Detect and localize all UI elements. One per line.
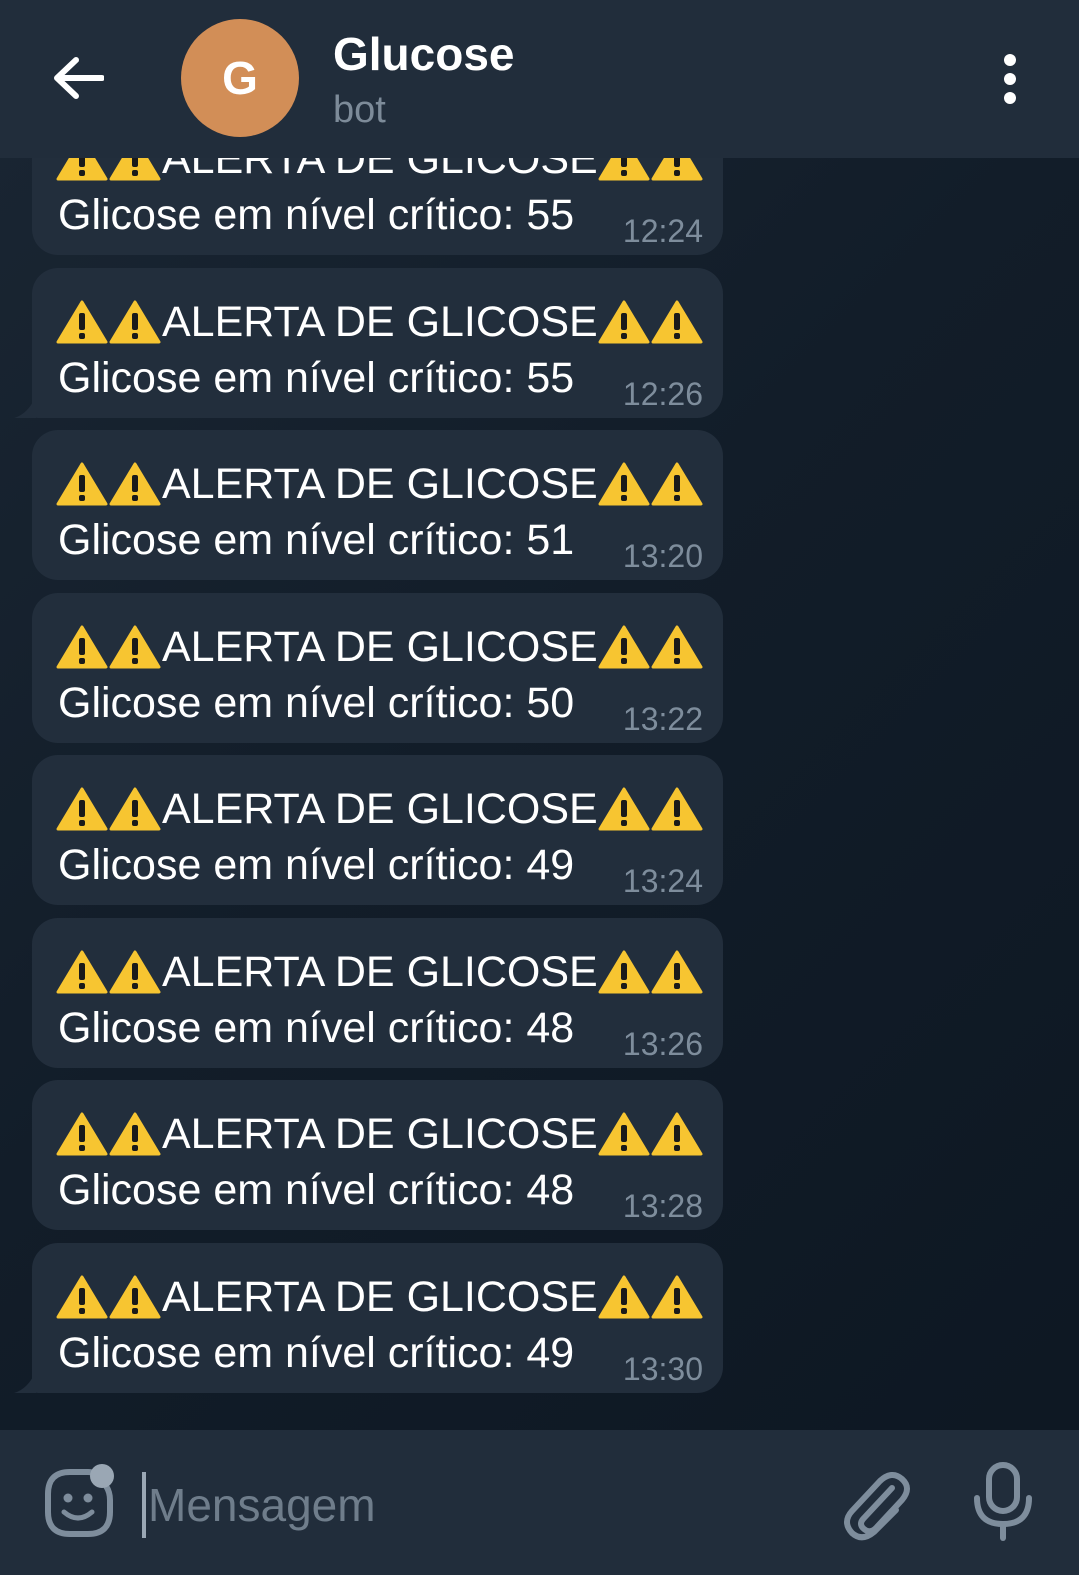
warning-icon — [56, 462, 108, 506]
warning-icon — [598, 300, 650, 344]
chat-title[interactable]: Glucose — [333, 28, 515, 80]
message-composer — [0, 1430, 1079, 1575]
message-bubble[interactable]: ALERTA DE GLICOSE Glicose em nível crític… — [14, 268, 723, 418]
message-bubble[interactable]: ALERTA DE GLICOSE Glicose em nível crític… — [32, 593, 723, 743]
warning-icon — [598, 1275, 650, 1319]
message-time: 13:30 — [622, 1351, 703, 1387]
warning-icon — [56, 300, 108, 344]
warning-icon — [109, 462, 161, 506]
message-bubble[interactable]: ALERTA DE GLICOSE Glicose em nível crític… — [32, 430, 723, 580]
alert-title: ALERTA DE GLICOSE — [162, 1273, 598, 1321]
warning-icon — [651, 462, 703, 506]
warning-icon — [598, 1112, 650, 1156]
bubble-tail — [14, 1371, 36, 1393]
warning-icon — [56, 1275, 108, 1319]
alert-title: ALERTA DE GLICOSE — [162, 785, 598, 833]
message-time: 13:20 — [622, 538, 703, 574]
alert-title: ALERTA DE GLICOSE — [162, 1110, 598, 1158]
sticker-button[interactable] — [40, 1464, 118, 1542]
alert-title: ALERTA DE GLICOSE — [162, 623, 598, 671]
alert-title: ALERTA DE GLICOSE — [162, 460, 598, 508]
message-text: Glicose em nível crítico: 50 — [58, 679, 575, 727]
message-text: Glicose em nível crítico: 51 — [58, 516, 575, 564]
message-time: 12:24 — [622, 213, 703, 249]
warning-icon — [109, 787, 161, 831]
alert-title-line: ALERTA DE GLICOSE — [56, 783, 704, 835]
message-text: Glicose em nível crítico: 55 — [58, 354, 575, 402]
message-text: Glicose em nível crítico: 48 — [58, 1004, 575, 1052]
message-time: 13:26 — [622, 1026, 703, 1062]
warning-icon — [56, 1112, 108, 1156]
warning-icon — [109, 1275, 161, 1319]
message-bubble[interactable]: ALERTA DE GLICOSE Glicose em nível crític… — [32, 755, 723, 905]
arrow-left-icon — [54, 57, 104, 99]
warning-icon — [56, 787, 108, 831]
text-caret — [142, 1472, 146, 1538]
sticker-icon — [45, 1464, 114, 1537]
warning-icon — [651, 787, 703, 831]
warning-icon — [109, 625, 161, 669]
alert-title-line: ALERTA DE GLICOSE — [56, 1271, 704, 1323]
warning-icon — [109, 1112, 161, 1156]
warning-icon — [56, 625, 108, 669]
message-bubble[interactable]: ALERTA DE GLICOSE Glicose em nível crític… — [32, 918, 723, 1068]
warning-icon — [56, 950, 108, 994]
warning-icon — [109, 950, 161, 994]
warning-icon — [651, 950, 703, 994]
microphone-button[interactable] — [970, 1462, 1036, 1542]
warning-icon — [598, 950, 650, 994]
alert-title-line: ALERTA DE GLICOSE — [56, 621, 704, 673]
attach-button[interactable] — [840, 1466, 910, 1542]
back-button[interactable] — [40, 40, 116, 116]
more-options-button[interactable] — [980, 44, 1040, 114]
warning-icon — [598, 462, 650, 506]
microphone-icon — [974, 1462, 1032, 1541]
avatar[interactable]: G — [181, 19, 299, 137]
message-text: Glicose em nível crítico: 49 — [58, 841, 575, 889]
alert-title-line: ALERTA DE GLICOSE — [56, 946, 704, 998]
bubble-tail — [14, 396, 36, 418]
warning-icon — [651, 300, 703, 344]
alert-title-line: ALERTA DE GLICOSE — [56, 458, 704, 510]
message-bubble[interactable]: ALERTA DE GLICOSE Glicose em nível crític… — [32, 1080, 723, 1230]
chat-subtitle: bot — [333, 89, 386, 131]
paperclip-icon — [844, 1472, 910, 1541]
alert-title: ALERTA DE GLICOSE — [162, 948, 598, 996]
alert-title-line: ALERTA DE GLICOSE — [56, 1108, 704, 1160]
warning-icon — [651, 625, 703, 669]
warning-icon — [651, 1275, 703, 1319]
alert-title-line: ALERTA DE GLICOSE — [56, 296, 704, 348]
message-input[interactable] — [148, 1470, 808, 1540]
message-text: Glicose em nível crítico: 48 — [58, 1166, 575, 1214]
message-time: 13:22 — [622, 701, 703, 737]
warning-icon — [651, 1112, 703, 1156]
message-list[interactable]: ALERTA DE GLICOSE Glicose em nível crític… — [0, 0, 1079, 1430]
message-text: Glicose em nível crítico: 55 — [58, 191, 575, 239]
chat-header: G Glucose bot — [0, 0, 1079, 158]
message-bubble[interactable]: ALERTA DE GLICOSE Glicose em nível crític… — [14, 1243, 723, 1393]
warning-icon — [598, 787, 650, 831]
warning-icon — [109, 300, 161, 344]
message-time: 13:28 — [622, 1188, 703, 1224]
message-time: 13:24 — [622, 863, 703, 899]
message-time: 12:26 — [622, 376, 703, 412]
message-text: Glicose em nível crítico: 49 — [58, 1329, 575, 1377]
warning-icon — [598, 625, 650, 669]
alert-title: ALERTA DE GLICOSE — [162, 298, 598, 346]
more-vertical-icon — [1004, 54, 1016, 104]
